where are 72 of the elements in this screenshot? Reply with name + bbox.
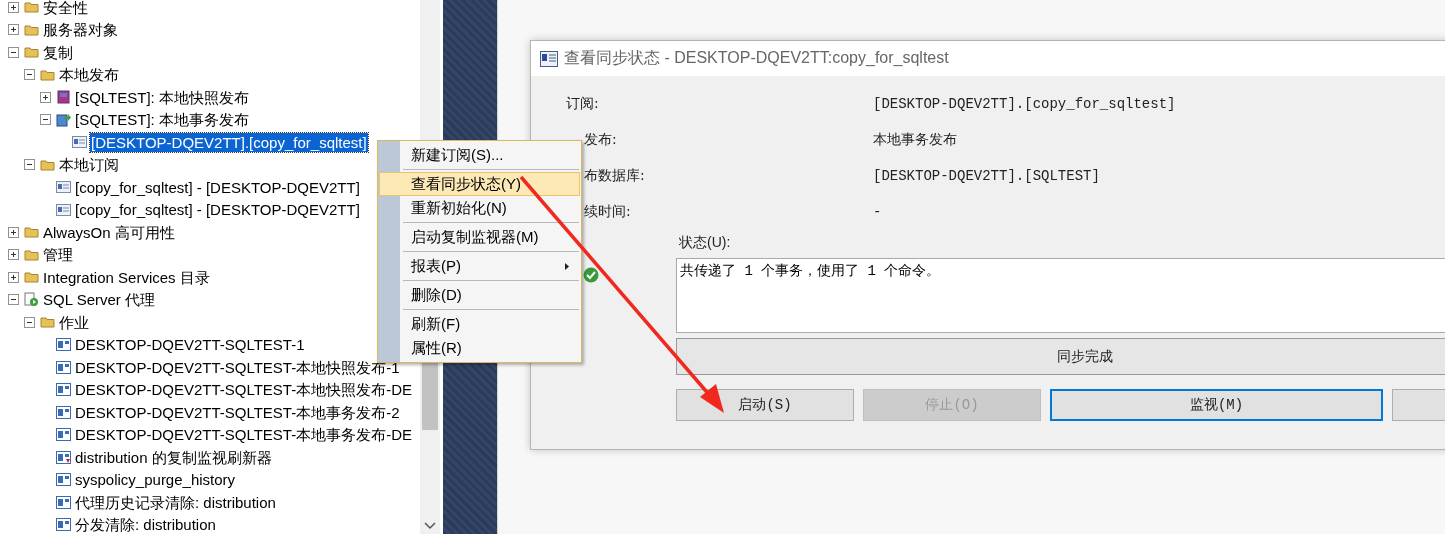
folder-icon bbox=[24, 248, 39, 261]
tree-item[interactable]: 服务器对象 bbox=[42, 20, 119, 40]
field-value: [DESKTOP-DQEV2TT].[copy_for_sqltest] bbox=[873, 96, 1176, 112]
tree-item[interactable]: 本地发布 bbox=[58, 65, 120, 85]
tree-item[interactable]: 分发清除: distribution bbox=[74, 515, 217, 534]
job-icon bbox=[56, 495, 71, 509]
job-icon bbox=[56, 473, 71, 487]
folder-icon bbox=[24, 23, 39, 36]
tree-item[interactable]: Integration Services 目录 bbox=[42, 267, 211, 287]
scroll-down-icon[interactable] bbox=[424, 522, 436, 530]
tree-item[interactable]: distribution 的复制监视刷新器 bbox=[74, 447, 273, 467]
job-icon bbox=[56, 360, 71, 374]
job-icon bbox=[56, 405, 71, 419]
menu-item[interactable]: 查看同步状态(Y) bbox=[379, 172, 580, 196]
menu-item[interactable]: 报表(P) bbox=[379, 254, 580, 278]
job-icon bbox=[56, 450, 71, 464]
folder-icon bbox=[40, 68, 55, 81]
sync-status-bar: 同步完成 bbox=[676, 338, 1445, 375]
menu-item[interactable]: 刷新(F) bbox=[379, 312, 580, 336]
agent-icon bbox=[24, 292, 39, 308]
tree-item[interactable]: syspolicy_purge_history bbox=[74, 470, 237, 490]
publication-icon bbox=[56, 112, 71, 127]
tree-item[interactable]: AlwaysOn 高可用性 bbox=[42, 222, 176, 242]
dialog-button[interactable]: 监视(M) bbox=[1050, 389, 1383, 421]
tree-item[interactable]: DESKTOP-DQEV2TT-SQLTEST-本地快照发布-DE bbox=[74, 380, 413, 400]
publication-icon bbox=[56, 90, 71, 105]
folder-icon bbox=[40, 316, 55, 329]
dialog-button[interactable]: 启动(S) bbox=[676, 389, 854, 421]
tree-item[interactable]: SQL Server 代理 bbox=[42, 290, 156, 310]
menu-item[interactable]: 属性(R) bbox=[379, 336, 580, 360]
tree-item[interactable]: 代理历史记录清除: distribution bbox=[74, 492, 277, 512]
tree-item[interactable]: DESKTOP-DQEV2TT-SQLTEST-1 bbox=[74, 335, 306, 355]
job-icon bbox=[56, 338, 71, 352]
field-label: 布数据库: bbox=[583, 167, 646, 185]
window-icon bbox=[72, 136, 87, 149]
tree-item[interactable]: [copy_for_sqltest] - [DESKTOP-DQEV2TT] bbox=[74, 177, 361, 197]
menu-item[interactable]: 新建订阅(S)... bbox=[379, 143, 580, 167]
tree-item[interactable]: DESKTOP-DQEV2TT-SQLTEST-本地快照发布-1 bbox=[74, 357, 401, 377]
window-icon bbox=[540, 50, 558, 67]
window-title: 查看同步状态 - DESKTOP-DQEV2TT:copy_for_sqltest bbox=[564, 48, 949, 68]
success-icon bbox=[583, 267, 599, 283]
folder-icon bbox=[40, 158, 55, 171]
field-label: 发布: bbox=[583, 131, 618, 149]
job-icon bbox=[56, 383, 71, 397]
tree-item[interactable]: 复制 bbox=[42, 42, 74, 62]
tree-item[interactable]: 安全性 bbox=[42, 0, 89, 17]
folder-icon bbox=[24, 271, 39, 284]
folder-icon bbox=[24, 1, 39, 14]
tree-item[interactable]: 本地订阅 bbox=[58, 155, 120, 175]
folder-icon bbox=[24, 46, 39, 59]
status-text-box[interactable]: 共传递了 1 个事务，使用了 1 个命令。 bbox=[676, 258, 1445, 333]
window-icon bbox=[56, 181, 71, 194]
field-label: 订阅: bbox=[566, 95, 600, 113]
field-value: [DESKTOP-DQEV2TT].[SQLTEST] bbox=[873, 168, 1100, 184]
tree-item[interactable]: [DESKTOP-DQEV2TT].[copy_for_sqltest] bbox=[90, 132, 368, 152]
folder-icon bbox=[24, 226, 39, 239]
status-label: 状态(U): bbox=[678, 234, 732, 252]
field-value: - bbox=[873, 204, 882, 220]
tree-item[interactable]: [copy_for_sqltest] - [DESKTOP-DQEV2TT] bbox=[74, 200, 361, 220]
job-icon bbox=[56, 428, 71, 442]
field-label: 续时间: bbox=[583, 203, 632, 221]
tree-item[interactable]: DESKTOP-DQEV2TT-SQLTEST-本地事务发布-2 bbox=[74, 402, 401, 422]
tree-item[interactable]: 作业 bbox=[58, 312, 90, 332]
menu-item[interactable]: 启动复制监视器(M) bbox=[379, 225, 580, 249]
tree-item[interactable]: DESKTOP-DQEV2TT-SQLTEST-本地事务发布-DE bbox=[74, 425, 413, 445]
field-value: 本地事务发布 bbox=[873, 131, 957, 149]
menu-item[interactable]: 重新初始化(N) bbox=[379, 196, 580, 220]
window-icon bbox=[56, 203, 71, 216]
tree-item[interactable]: 管理 bbox=[42, 245, 74, 265]
menu-item[interactable]: 删除(D) bbox=[379, 283, 580, 307]
tree-item[interactable]: [SQLTEST]: 本地快照发布 bbox=[74, 87, 250, 107]
tree-item[interactable]: [SQLTEST]: 本地事务发布 bbox=[74, 110, 250, 130]
